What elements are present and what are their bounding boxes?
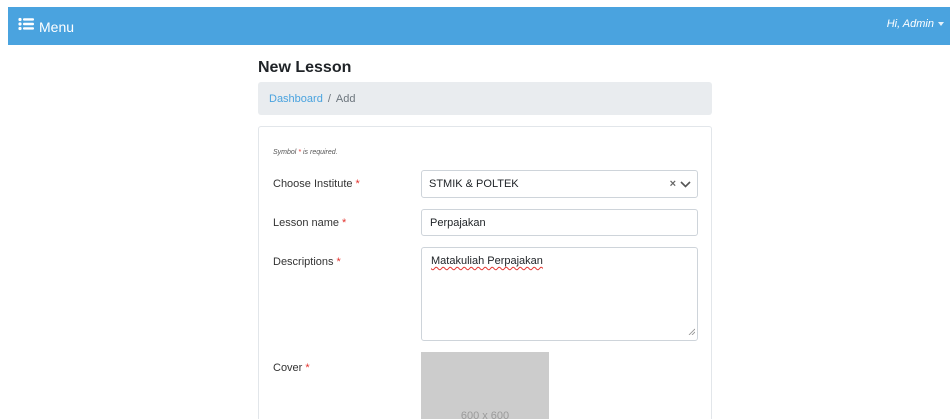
user-dropdown[interactable]: Hi, Admin — [887, 18, 944, 30]
descriptions-value: Matakuliah Perpajakan — [431, 255, 543, 267]
breadcrumb-separator: / — [327, 92, 331, 105]
required-note-prefix: Symbol — [273, 149, 297, 156]
clear-selection-icon[interactable]: × — [670, 178, 676, 190]
institute-label: Choose Institute * — [273, 178, 360, 190]
cover-label-text: Cover — [273, 362, 303, 374]
descriptions-label-text: Descriptions — [273, 256, 334, 268]
institute-select[interactable]: STMIK & POLTEK × — [421, 170, 698, 198]
lesson-name-label-text: Lesson name — [273, 217, 340, 229]
user-greeting: Hi, Admin — [886, 18, 934, 30]
menu-button[interactable]: Menu — [18, 17, 74, 36]
required-marker: * — [336, 256, 341, 268]
cover-image-placeholder[interactable]: 600 x 600 — [421, 352, 549, 419]
resize-handle-icon[interactable] — [688, 326, 696, 338]
chevron-down-icon[interactable] — [680, 180, 691, 188]
lesson-name-input[interactable]: Perpajakan — [421, 209, 698, 236]
page: Menu Hi, Admin New Lesson Dashboard / Ad… — [0, 0, 950, 419]
institute-selected-value: STMIK & POLTEK — [429, 178, 519, 190]
required-marker: * — [355, 178, 360, 190]
menu-label: Menu — [39, 18, 75, 35]
breadcrumb: Dashboard / Add — [258, 82, 712, 115]
top-navbar: Menu Hi, Admin — [8, 7, 950, 45]
cover-label: Cover * — [273, 362, 310, 374]
page-title: New Lesson — [258, 59, 352, 76]
required-note: Symbol * is required. — [273, 149, 338, 156]
caret-down-icon — [938, 22, 944, 26]
required-note-symbol: * — [298, 149, 302, 156]
required-note-suffix: is required. — [302, 149, 338, 156]
cover-placeholder-text: 600 x 600 — [460, 410, 510, 419]
breadcrumb-dashboard-link[interactable]: Dashboard — [269, 93, 323, 105]
descriptions-textarea[interactable]: Matakuliah Perpajakan — [421, 247, 698, 341]
required-marker: * — [342, 217, 347, 229]
lesson-name-value: Perpajakan — [430, 216, 486, 229]
institute-label-text: Choose Institute — [273, 178, 353, 190]
breadcrumb-current: Add — [335, 92, 356, 105]
descriptions-label: Descriptions * — [273, 256, 341, 268]
lesson-name-label: Lesson name * — [273, 217, 346, 229]
lesson-form-card: Symbol * is required. Choose Institute * … — [258, 126, 712, 419]
required-marker: * — [305, 362, 310, 374]
list-menu-icon — [18, 17, 34, 36]
